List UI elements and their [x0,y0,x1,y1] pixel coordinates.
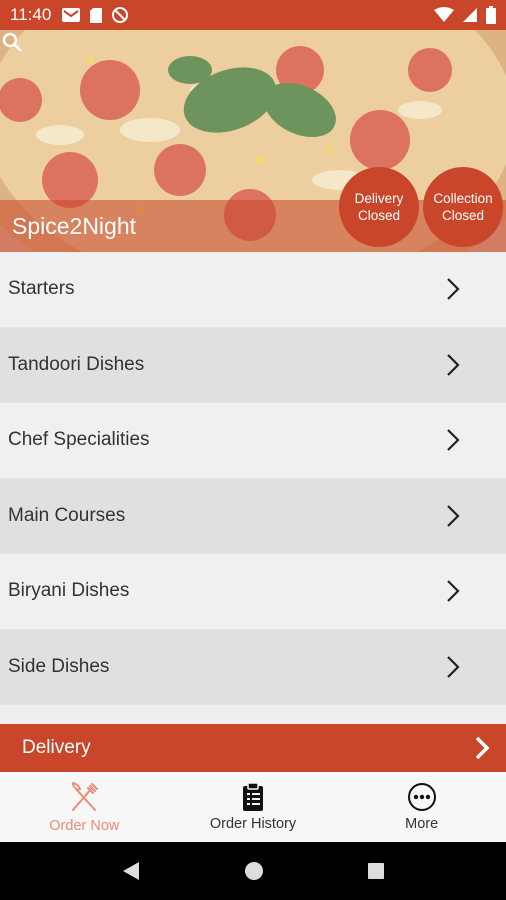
chevron-right-icon [447,429,460,452]
chevron-right-icon [447,655,460,678]
menu-item-label: Biryani Dishes [8,580,130,602]
nav-order-history-label: Order History [209,816,297,832]
nav-order-history[interactable]: Order History [169,772,338,842]
nav-order-now-label: Order Now [49,818,120,834]
menu-item-label: Side Dishes [8,655,110,677]
menu-item-label: Main Courses [8,504,126,526]
gmail-icon [62,8,81,22]
system-navigation-bar [0,842,506,900]
do-not-disturb-icon [112,7,129,23]
delivery-status-badge: Delivery Closed [339,167,419,247]
restaurant-name: Spice2Night [12,213,137,239]
chevron-right-icon [447,278,460,301]
delivery-badge-line1: Delivery [354,191,404,206]
nav-more-label: More [405,816,439,832]
sim-card-icon [90,7,103,23]
status-time: 11:40 [10,5,52,24]
nav-order-now[interactable]: Order Now [0,772,169,842]
search-icon[interactable] [0,30,24,54]
clipboard-icon [243,782,263,811]
recents-icon[interactable] [367,862,385,880]
chevron-right-icon [447,504,460,527]
delivery-badge-line2: Closed [357,208,401,223]
more-icon [407,783,436,811]
menu-item-label: Tandoori Dishes [8,353,145,375]
wifi-icon [434,7,454,22]
fork-knife-icon [72,782,99,811]
menu-item-biryani-dishes[interactable]: Biryani Dishes [0,554,506,630]
signal-icon [463,8,477,22]
menu-item-side-dishes[interactable]: Side Dishes [0,629,506,705]
nav-more[interactable]: More [337,772,506,842]
collection-status-badge: Collection Closed [423,167,503,247]
delivery-mode-label: Delivery [22,737,91,758]
menu-item-label: Chef Specialities [8,429,150,451]
hero-banner: Spice2Night Delivery Closed Collection C… [0,30,506,252]
battery-icon [486,6,496,24]
chevron-right-icon [475,736,490,760]
home-icon[interactable] [244,861,264,881]
menu-item-tandoori-dishes[interactable]: Tandoori Dishes [0,327,506,403]
menu-item-starters[interactable]: Starters [0,252,506,328]
collection-badge-line1: Collection [433,191,493,206]
status-bar: 11:40 [0,0,506,30]
menu-item-main-courses[interactable]: Main Courses [0,478,506,554]
menu-category-list: Starters Tandoori Dishes Chef Specialiti… [0,252,506,705]
bottom-navigation: Order Now Order History More [0,772,506,842]
menu-item-label: Starters [8,278,75,300]
back-icon[interactable] [121,860,141,882]
delivery-mode-bar[interactable]: Delivery [0,724,506,772]
chevron-right-icon [447,353,460,376]
collection-badge-line2: Closed [441,208,485,223]
chevron-right-icon [447,580,460,603]
menu-item-chef-specialities[interactable]: Chef Specialities [0,403,506,479]
